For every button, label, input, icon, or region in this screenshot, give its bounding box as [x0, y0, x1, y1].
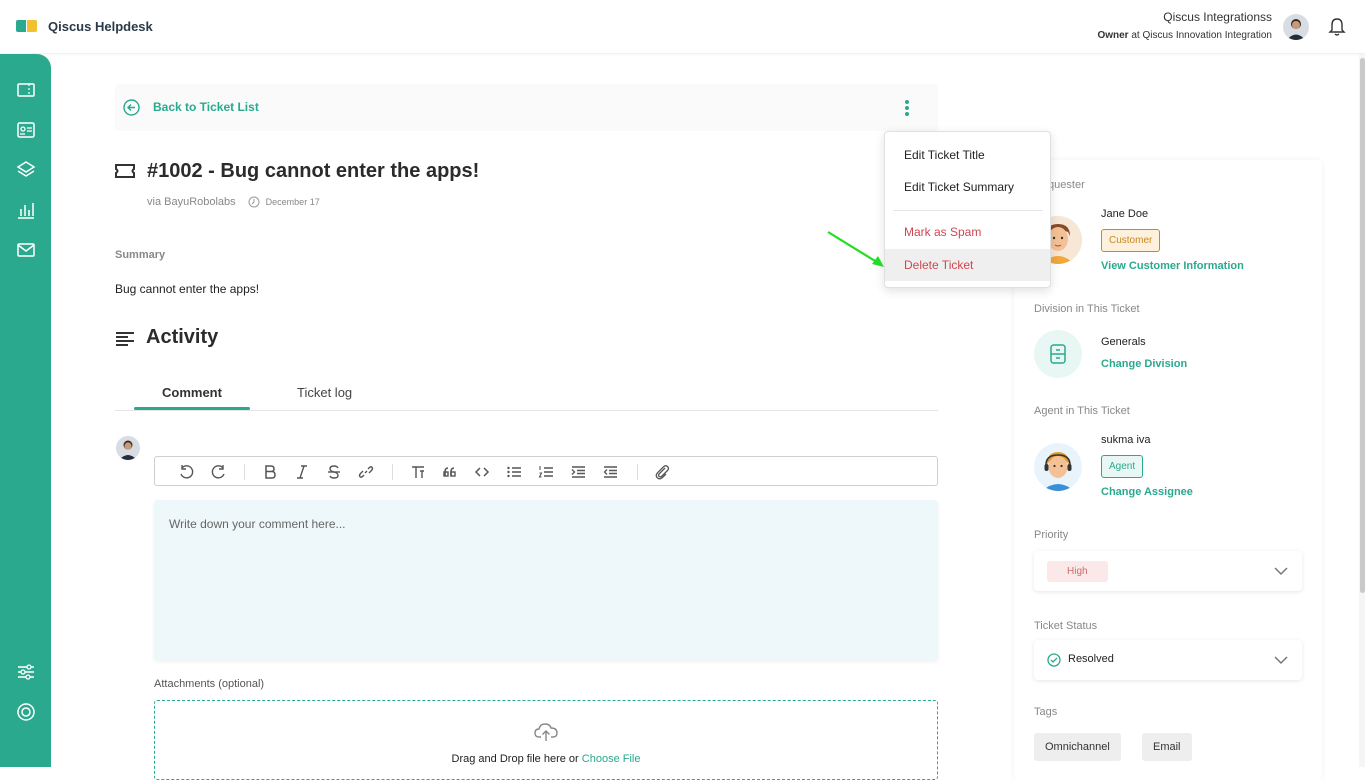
ticket-date: December 17: [265, 197, 320, 207]
attachments-label: Attachments (optional): [154, 678, 265, 690]
division-label: Division in This Ticket: [1034, 303, 1140, 315]
power-status-icon[interactable]: [16, 702, 36, 722]
layers-icon[interactable]: [16, 160, 36, 180]
ticket-meta: via BayuRobolabs December 17: [147, 196, 320, 208]
undo-icon[interactable]: [178, 464, 194, 480]
tags-label: Tags: [1034, 706, 1058, 718]
cloud-upload-icon: [534, 723, 558, 741]
more-options-icon[interactable]: [899, 98, 915, 118]
chevron-down-icon: [1274, 656, 1288, 665]
toolbar-separator: [392, 464, 393, 480]
app-name: Qiscus Helpdesk: [48, 18, 153, 34]
analytics-chart-icon[interactable]: [16, 200, 36, 220]
drop-text: Drag and Drop file here or: [451, 753, 582, 765]
choose-file-link[interactable]: Choose File: [582, 753, 641, 765]
activity-lines-icon: [116, 332, 134, 346]
agent-avatar: [1034, 443, 1082, 491]
bell-icon[interactable]: [1328, 17, 1346, 37]
settings-sliders-icon[interactable]: [16, 662, 36, 682]
view-customer-information-link[interactable]: View Customer Information: [1101, 260, 1244, 272]
agent-name: sukma iva: [1101, 434, 1151, 446]
chevron-down-icon: [1274, 567, 1288, 576]
menu-divider: [893, 210, 1043, 211]
user-name: Qiscus Integrationss: [1163, 10, 1272, 24]
drop-instructions: Drag and Drop file here or Choose File: [155, 753, 937, 765]
ticket-options-menu: Edit Ticket Title Edit Ticket Summary Ma…: [884, 131, 1051, 288]
division-icon: [1050, 344, 1066, 364]
division-name: Generals: [1101, 336, 1146, 348]
ticket-icon[interactable]: [16, 80, 36, 100]
commenter-avatar: [116, 436, 140, 460]
menu-item-delete-ticket[interactable]: Delete Ticket: [885, 249, 1050, 281]
sidebar: [0, 54, 51, 767]
annotation-arrow-icon: [827, 231, 884, 267]
comment-placeholder: Write down your comment here...: [169, 517, 346, 531]
ticket-icon: [115, 164, 135, 178]
status-label: Ticket Status: [1034, 620, 1098, 632]
priority-label: Priority: [1034, 529, 1069, 541]
menu-item-mark-as-spam[interactable]: Mark as Spam: [885, 216, 1050, 248]
activity-title: Activity: [146, 326, 219, 348]
summary-text: Bug cannot enter the apps!: [115, 282, 260, 296]
change-assignee-link[interactable]: Change Assignee: [1101, 486, 1193, 498]
toolbar-separator: [637, 464, 638, 480]
indent-icon[interactable]: [570, 464, 586, 480]
scrollbar-thumb[interactable]: [1360, 58, 1365, 593]
app-logo[interactable]: Qiscus Helpdesk: [16, 18, 153, 34]
user-avatar[interactable]: [1283, 14, 1309, 40]
strikethrough-icon[interactable]: [326, 464, 342, 480]
clock-icon: [248, 196, 260, 208]
ticket-source: via BayuRobolabs: [147, 196, 236, 208]
attachment-paperclip-icon[interactable]: [654, 464, 670, 480]
bullet-list-icon[interactable]: [506, 464, 522, 480]
tag-chip[interactable]: Email: [1142, 733, 1192, 761]
status-select[interactable]: Resolved: [1034, 640, 1302, 680]
priority-value: High: [1047, 561, 1108, 582]
mail-icon[interactable]: [16, 240, 36, 260]
active-tab-indicator: [134, 407, 250, 410]
menu-item-edit-ticket-title[interactable]: Edit Ticket Title: [885, 139, 1050, 171]
division-avatar: [1034, 330, 1082, 378]
link-icon[interactable]: [358, 464, 374, 480]
contact-card-icon[interactable]: [16, 120, 36, 140]
user-info: Qiscus Integrationss Owner at Qiscus Inn…: [1097, 10, 1272, 41]
italic-icon[interactable]: [294, 464, 310, 480]
user-role-title: Owner: [1097, 30, 1129, 41]
toolbar-separator: [244, 464, 245, 480]
check-circle-icon: [1047, 653, 1061, 667]
numbered-list-icon[interactable]: [538, 464, 554, 480]
user-company: at Qiscus Innovation Integration: [1128, 30, 1272, 41]
ticket-title: #1002 - Bug cannot enter the apps!: [147, 160, 480, 182]
logo-mark-icon: [16, 18, 38, 34]
tag-chip[interactable]: Omnichannel: [1034, 733, 1121, 761]
comment-editor[interactable]: Write down your comment here...: [154, 500, 938, 660]
customer-badge: Customer: [1101, 229, 1161, 252]
summary-label: Summary: [115, 249, 166, 261]
menu-item-edit-ticket-summary[interactable]: Edit Ticket Summary: [885, 171, 1050, 203]
agent-label: Agent in This Ticket: [1034, 405, 1130, 417]
back-bar: Back to Ticket List: [115, 84, 938, 131]
outdent-icon[interactable]: [602, 464, 618, 480]
bold-icon[interactable]: [262, 464, 278, 480]
arrow-left-circle-icon[interactable]: [123, 99, 140, 116]
editor-toolbar: [154, 456, 938, 486]
status-value: Resolved: [1068, 653, 1114, 665]
file-dropzone[interactable]: Drag and Drop file here or Choose File: [154, 700, 938, 780]
user-role: Owner at Qiscus Innovation Integration: [1097, 30, 1272, 41]
quote-icon[interactable]: [442, 464, 458, 480]
change-division-link[interactable]: Change Division: [1101, 358, 1187, 370]
redo-icon[interactable]: [211, 464, 227, 480]
code-icon[interactable]: [474, 464, 490, 480]
tab-ticket-log[interactable]: Ticket log: [297, 385, 352, 400]
text-size-icon[interactable]: [410, 464, 426, 480]
requester-name: Jane Doe: [1101, 208, 1149, 220]
back-to-ticket-list-link[interactable]: Back to Ticket List: [153, 100, 259, 114]
ticket-details-panel: Requester Jane Doe Customer View Custome…: [1014, 160, 1322, 780]
activity-tabs: Comment Ticket log: [115, 376, 938, 411]
tab-comment[interactable]: Comment: [162, 385, 222, 400]
priority-select[interactable]: High: [1034, 551, 1302, 591]
top-bar: Qiscus Helpdesk Qiscus Integrationss Own…: [0, 0, 1365, 54]
agent-badge: Agent: [1101, 455, 1144, 478]
